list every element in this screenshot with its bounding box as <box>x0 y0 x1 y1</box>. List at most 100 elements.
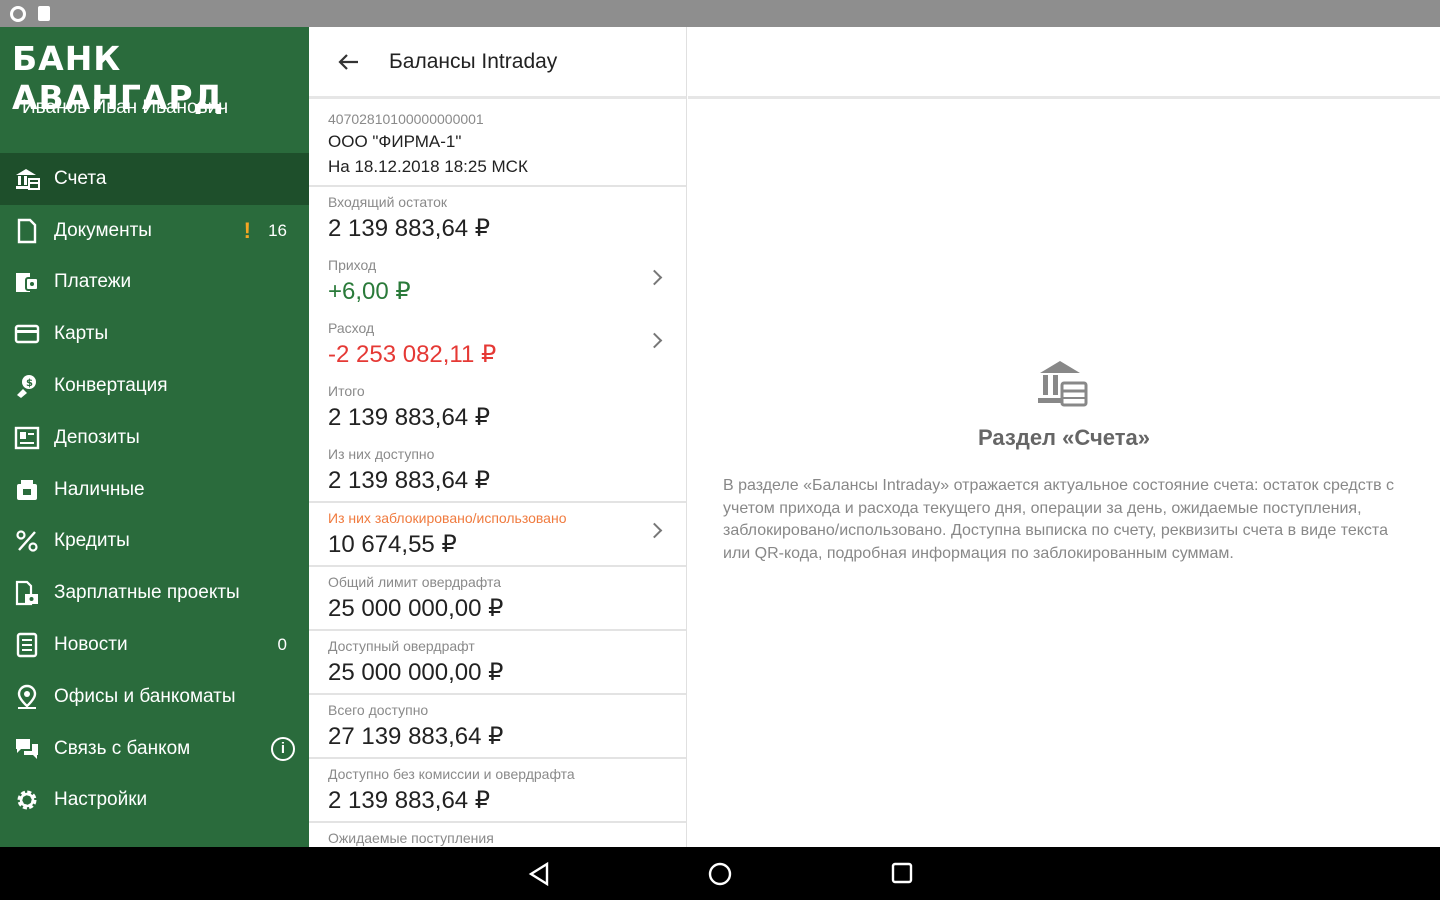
sidebar-item-cards[interactable]: Карты <box>0 308 309 360</box>
sidebar-item-deposits[interactable]: Депозиты <box>0 412 309 464</box>
section-title: Раздел «Счета» <box>978 425 1150 450</box>
home-nav-button[interactable] <box>707 861 733 887</box>
sidebar-item-label: Кредиты <box>54 530 130 552</box>
sidebar-item-accounts[interactable]: Счета <box>0 153 309 205</box>
row-value: 27 139 883,64 ₽ <box>328 723 504 750</box>
sidebar-item-contact-bank[interactable]: Связь с банком i <box>0 723 309 775</box>
sidebar-item-label: Наличные <box>54 478 145 500</box>
sidebar-item-cash[interactable]: Наличные <box>0 464 309 516</box>
bank-accounts-icon <box>1034 357 1090 413</box>
sidebar-item-documents[interactable]: Документы ! 16 <box>0 205 309 257</box>
arrow-left-icon <box>338 53 358 70</box>
sidebar-item-payments[interactable]: Платежи <box>0 257 309 309</box>
cash-icon <box>13 476 41 504</box>
row-value: +6,00 ₽ <box>328 278 411 305</box>
deposit-icon <box>13 424 41 452</box>
square-recents-icon <box>891 862 913 884</box>
page-title: Балансы Intraday <box>389 49 558 73</box>
sd-card-icon <box>38 6 50 21</box>
row-label: Общий лимит овердрафта <box>328 574 502 590</box>
balance-row-expense[interactable]: Расход -2 253 082,11 ₽ <box>309 313 686 376</box>
payment-icon <box>13 268 41 296</box>
documents-count-badge: 16 <box>268 220 287 240</box>
back-button[interactable] <box>309 27 389 98</box>
salary-icon <box>13 579 41 607</box>
notification-icon <box>10 5 26 22</box>
svg-text:$: $ <box>26 378 33 389</box>
sidebar-item-label: Связь с банком <box>54 737 191 759</box>
row-label: Доступный овердрафт <box>328 638 475 654</box>
news-count-badge: 0 <box>277 635 287 655</box>
news-icon <box>13 631 41 659</box>
document-icon <box>13 217 41 245</box>
warning-icon: ! <box>243 217 251 243</box>
row-label: Из них доступно <box>328 446 435 462</box>
sidebar-item-conversion[interactable]: $ Конвертация <box>0 360 309 412</box>
balances-header: Балансы Intraday <box>309 27 686 99</box>
sidebar-item-label: Карты <box>54 323 109 345</box>
row-value: 10 674,55 ₽ <box>328 531 457 558</box>
card-icon <box>13 320 41 348</box>
row-value: 25 000 000,00 ₽ <box>328 659 504 686</box>
recents-nav-button[interactable] <box>890 861 916 887</box>
location-icon <box>13 683 41 711</box>
row-label: Из них заблокировано/использовано <box>328 510 567 526</box>
circle-home-icon <box>708 862 732 886</box>
sidebar-item-label: Настройки <box>54 789 148 811</box>
balance-row-overdraft-available: Доступный овердрафт 25 000 000,00 ₽ <box>309 631 686 695</box>
section-description: В разделе «Балансы Intraday» отражается … <box>723 477 1395 562</box>
balance-row-overdraft-limit: Общий лимит овердрафта 25 000 000,00 ₽ <box>309 567 686 631</box>
sidebar-item-label: Конвертация <box>54 375 168 397</box>
bank-icon <box>13 165 41 193</box>
nav-menu: Счета Документы ! 16 Платежи Карты $ Кон… <box>0 153 309 826</box>
sidebar-item-label: Документы <box>54 219 152 241</box>
info-header <box>688 27 1440 99</box>
balance-row-no-commission: Доступно без комиссии и овердрафта 2 139… <box>309 759 686 823</box>
sidebar-item-label: Счета <box>54 167 107 189</box>
row-label: Приход <box>328 257 377 273</box>
info-panel: Раздел «Счета» В разделе «Балансы Intrad… <box>688 27 1440 847</box>
row-value: 25 000 000,00 ₽ <box>328 595 504 622</box>
balances-panel: Балансы Intraday 40702810100000000001 ОО… <box>309 27 687 847</box>
sidebar-item-settings[interactable]: Настройки <box>0 775 309 827</box>
row-label: Расход <box>328 320 375 336</box>
triangle-back-icon <box>528 861 549 887</box>
info-icon[interactable]: i <box>271 736 295 761</box>
back-nav-button[interactable] <box>527 861 553 887</box>
row-value: 2 139 883,64 ₽ <box>328 787 491 814</box>
balance-row-blocked[interactable]: Из них заблокировано/использовано 10 674… <box>309 503 686 567</box>
chat-icon <box>13 735 41 763</box>
account-date: На 18.12.2018 18:25 МСК <box>328 157 528 176</box>
exchange-icon: $ <box>13 372 41 400</box>
balance-row-available: Из них доступно 2 139 883,64 ₽ <box>309 439 686 503</box>
row-label: Входящий остаток <box>328 194 447 210</box>
balance-row-total: Итого 2 139 883,64 ₽ <box>309 376 686 439</box>
row-value: -2 253 082,11 ₽ <box>328 341 497 368</box>
sidebar-item-news[interactable]: Новости 0 <box>0 619 309 671</box>
gear-icon <box>13 786 41 814</box>
sidebar-item-label: Зарплатные проекты <box>54 582 240 604</box>
balance-row-income[interactable]: Приход +6,00 ₽ <box>309 250 686 313</box>
row-label: Всего доступно <box>328 702 429 718</box>
sidebar-item-offices-atms[interactable]: Офисы и банкоматы <box>0 671 309 723</box>
balance-row-expected: Ожидаемые поступления <box>309 823 686 847</box>
row-label: Доступно без комиссии и овердрафта <box>328 766 575 782</box>
balance-row-incoming: Входящий остаток 2 139 883,64 ₽ <box>309 187 686 250</box>
row-label: Ожидаемые поступления <box>328 830 494 846</box>
balance-row-total-available: Всего доступно 27 139 883,64 ₽ <box>309 695 686 759</box>
sidebar: БАНК АВАНГАРД Иванов Иван Иванович Счета… <box>0 27 309 847</box>
row-value: 2 139 883,64 ₽ <box>328 404 491 431</box>
row-label: Итого <box>328 383 365 399</box>
sidebar-item-label: Офисы и банкоматы <box>54 685 236 707</box>
user-name: Иванов Иван Иванович <box>22 97 229 118</box>
system-nav-bar <box>0 847 1440 900</box>
percent-icon <box>13 527 41 555</box>
sidebar-item-label: Платежи <box>54 271 132 293</box>
sidebar-item-credits[interactable]: Кредиты <box>0 516 309 568</box>
sidebar-item-label: Новости <box>54 634 128 656</box>
row-value: 2 139 883,64 ₽ <box>328 467 491 494</box>
account-info: 40702810100000000001 ООО "ФИРМА-1" На 18… <box>309 99 686 187</box>
row-value: 2 139 883,64 ₽ <box>328 215 491 242</box>
sidebar-item-salary-projects[interactable]: Зарплатные проекты <box>0 567 309 619</box>
account-owner: ООО "ФИРМА-1" <box>328 132 462 151</box>
